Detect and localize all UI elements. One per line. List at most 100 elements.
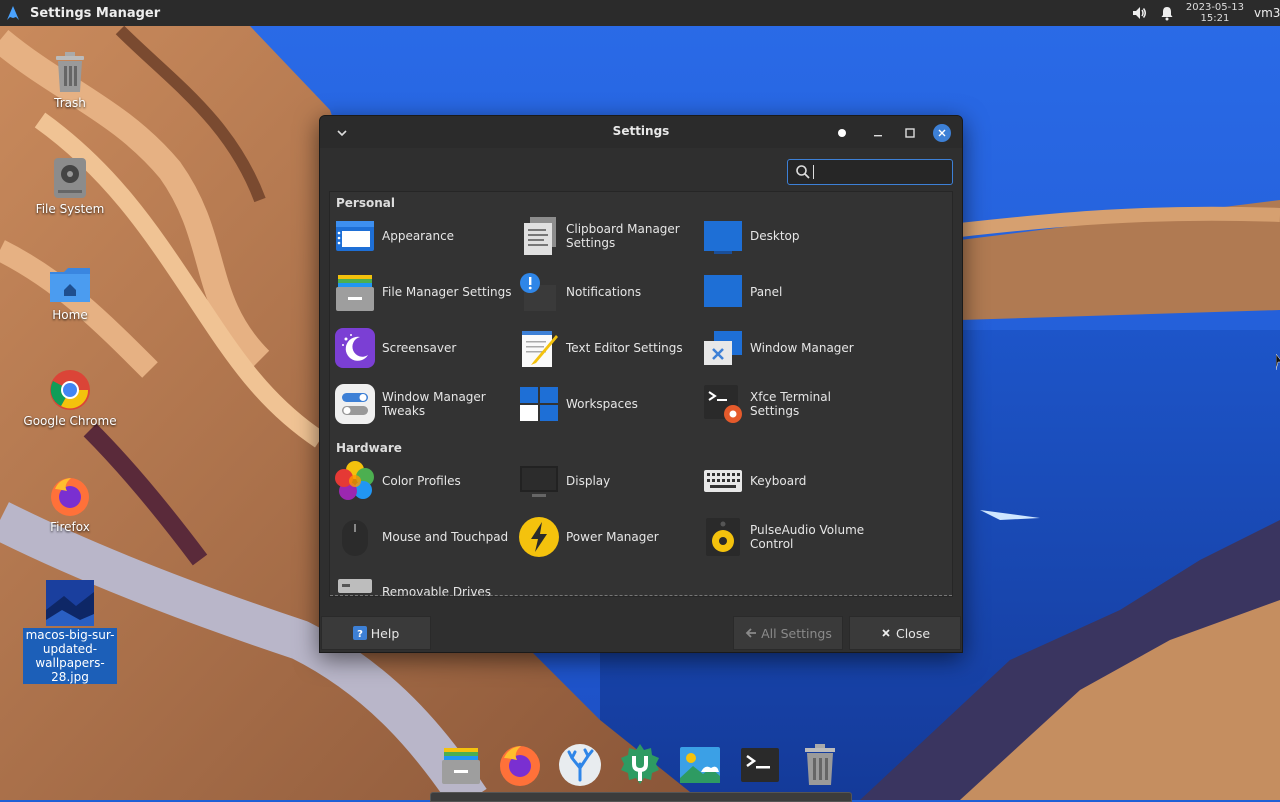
settings-item-label: Window Manager Tweaks	[382, 390, 486, 418]
desktop-icon-label: Firefox	[50, 520, 90, 534]
desktop-icon-firefox[interactable]: Firefox	[22, 474, 118, 534]
close-window-button[interactable]	[933, 124, 951, 142]
dock-settings-tool-icon[interactable]	[617, 742, 663, 788]
settings-content: Personal Appearance Clipboard Manager Se…	[329, 191, 953, 597]
mouse-icon	[342, 520, 368, 556]
settings-item-color-profiles[interactable]: Color Profiles	[330, 457, 514, 505]
minimize-icon	[874, 135, 882, 137]
power-icon	[519, 517, 559, 557]
settings-item-removable-drives[interactable]: Removable Drives	[330, 568, 514, 596]
sticky-button[interactable]	[833, 124, 851, 142]
all-settings-button[interactable]: All Settings	[733, 616, 843, 650]
image-thumbnail-icon	[45, 580, 95, 626]
settings-item-panel[interactable]: Panel	[698, 268, 882, 316]
desktop-icon	[704, 221, 742, 254]
notification-bell-icon[interactable]	[1158, 4, 1176, 22]
desktop-icon-trash[interactable]: Trash	[22, 50, 118, 110]
removable-drive-icon	[338, 579, 372, 593]
dock-trash-icon[interactable]	[797, 742, 843, 788]
settings-item-label: File Manager Settings	[382, 285, 512, 299]
settings-item-label: Mouse and Touchpad	[382, 530, 509, 544]
dock-image-viewer-icon[interactable]	[677, 742, 723, 788]
arrow-left-icon	[745, 628, 757, 638]
close-button[interactable]: Close	[849, 616, 961, 650]
dock-terminal-icon[interactable]	[737, 742, 783, 788]
content-fade-divider	[330, 595, 952, 596]
settings-item-label: Appearance	[382, 229, 455, 243]
settings-item-label: Color Profiles	[382, 474, 461, 488]
arch-logo-icon[interactable]	[4, 4, 22, 22]
settings-item-appearance[interactable]: Appearance	[330, 212, 514, 260]
settings-item-label: Display	[566, 474, 611, 488]
home-folder-icon	[48, 262, 92, 306]
drive-icon	[48, 156, 92, 200]
desktop-icon-label: File System	[35, 202, 105, 216]
settings-item-label: Screensaver	[382, 341, 457, 355]
settings-item-text-editor[interactable]: Text Editor Settings	[514, 324, 698, 372]
desktop-icon-wallpaper-file[interactable]: macos-big-sur-updated-wallpapers-28.jpg	[22, 580, 118, 684]
settings-item-display[interactable]: Display	[514, 457, 698, 505]
settings-item-label: Text Editor Settings	[566, 341, 683, 355]
volume-icon[interactable]	[1130, 4, 1148, 22]
screensaver-icon	[335, 328, 375, 368]
search-input[interactable]	[818, 164, 942, 180]
settings-item-notifications[interactable]: Notifications	[514, 268, 698, 316]
all-settings-label: All Settings	[761, 625, 832, 641]
dock-firefox-icon[interactable]	[497, 742, 543, 788]
user-menu[interactable]: vm3	[1254, 6, 1280, 20]
minimize-button[interactable]	[869, 124, 887, 142]
sticky-dot-icon	[838, 129, 846, 137]
desktop-icon-label: macos-big-sur-updated-wallpapers-28.jpg	[23, 628, 117, 684]
color-profiles-icon	[335, 461, 374, 500]
settings-item-desktop[interactable]: Desktop	[698, 212, 882, 260]
desktop-icon-label: Home	[52, 308, 88, 322]
settings-item-label: Workspaces	[566, 397, 638, 411]
settings-item-label: Keyboard	[750, 474, 807, 488]
settings-item-clipboard[interactable]: Clipboard Manager Settings	[514, 212, 698, 260]
search-box[interactable]	[787, 159, 953, 185]
active-window-title[interactable]: Settings Manager	[30, 6, 160, 21]
file-manager-icon	[336, 275, 374, 311]
firefox-icon	[48, 474, 92, 518]
top-panel: Settings Manager 2023-05-13 15:21 vm3	[0, 0, 1280, 26]
close-x-icon	[882, 629, 890, 637]
section-title-personal: Personal	[336, 196, 395, 210]
clipboard-icon	[524, 217, 556, 255]
settings-item-file-manager[interactable]: File Manager Settings	[330, 268, 514, 316]
settings-item-keyboard[interactable]: Keyboard	[698, 457, 882, 505]
desktop-icon-label: Google Chrome	[23, 414, 117, 428]
settings-item-label: Clipboard Manager Settings	[566, 222, 680, 250]
desktop-icon-label: Trash	[54, 96, 86, 110]
dock-file-manager-icon[interactable]	[438, 742, 484, 788]
settings-item-wm-tweaks[interactable]: Window Manager Tweaks	[330, 380, 514, 428]
settings-item-pulseaudio[interactable]: PulseAudio Volume Control	[698, 513, 882, 561]
window-title: Settings	[612, 124, 670, 138]
help-button[interactable]: ? Help	[321, 616, 431, 650]
dock-app-finder-icon[interactable]	[557, 742, 603, 788]
desktop-icon-home[interactable]: Home	[22, 262, 118, 322]
maximize-button[interactable]	[901, 124, 919, 142]
settings-item-workspaces[interactable]: Workspaces	[514, 380, 698, 428]
desktop-icon-google-chrome[interactable]: Google Chrome	[22, 368, 118, 428]
settings-item-window-manager[interactable]: Window Manager	[698, 324, 882, 372]
clock[interactable]: 2023-05-13 15:21	[1186, 2, 1244, 24]
dock	[430, 738, 852, 802]
settings-item-label: Desktop	[750, 229, 800, 243]
panel-icon	[704, 275, 742, 310]
settings-item-label: Xfce Terminal Settings	[750, 390, 831, 418]
text-editor-icon	[522, 331, 558, 367]
mouse-pointer-icon	[1276, 354, 1280, 370]
system-tray: 2023-05-13 15:21 vm3	[1130, 0, 1280, 26]
desktop-icon-file-system[interactable]: File System	[22, 156, 118, 216]
clock-date: 2023-05-13	[1185, 2, 1244, 13]
display-icon	[520, 466, 558, 497]
settings-item-mouse-touchpad[interactable]: Mouse and Touchpad	[330, 513, 514, 561]
chrome-icon	[48, 368, 92, 412]
settings-item-terminal-settings[interactable]: Xfce Terminal Settings	[698, 380, 882, 428]
window-titlebar[interactable]: Settings	[320, 116, 962, 148]
settings-item-screensaver[interactable]: Screensaver	[330, 324, 514, 372]
settings-window: Settings Personal Appearance Clipboard M…	[319, 115, 963, 653]
notifications-icon	[520, 273, 556, 311]
maximize-icon	[905, 128, 915, 138]
settings-item-power-manager[interactable]: Power Manager	[514, 513, 698, 561]
